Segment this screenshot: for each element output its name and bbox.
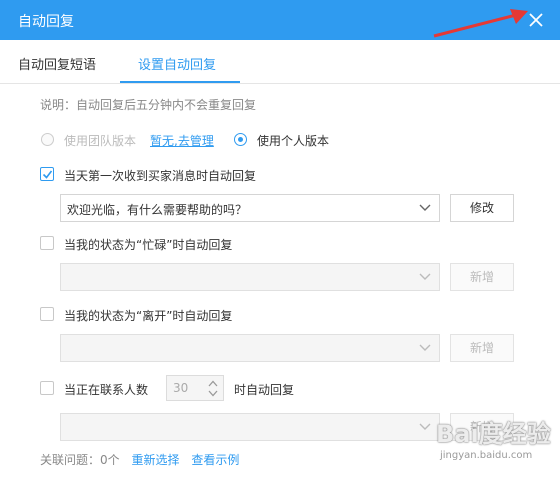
personal-version-label: 使用个人版本 (257, 134, 330, 148)
away-reply-select[interactable] (60, 334, 440, 362)
busy-reply-select[interactable] (60, 263, 440, 291)
contact-count-reply-select[interactable] (60, 413, 440, 441)
view-example-link[interactable]: 查看示例 (191, 453, 239, 467)
window-title: 自动回复 (18, 14, 74, 30)
contact-count-stepper[interactable]: 30 (166, 375, 224, 401)
active-tab-indicator (120, 81, 240, 83)
edit-button[interactable]: 修改 (450, 194, 514, 222)
close-button[interactable] (524, 8, 548, 32)
stepper-value: 30 (173, 381, 189, 395)
rule-contact-count-suffix: 时自动回复 (234, 383, 295, 397)
watermark-url: jingyan.baidu.com (440, 450, 533, 461)
rule-first-message-label: 当天第一次收到买家消息时自动回复 (64, 169, 257, 183)
tab-auto-reply-settings[interactable]: 设置自动回复 (138, 54, 216, 73)
first-message-reply-select[interactable]: 欢迎光临，有什么需要帮助的吗？ (60, 194, 440, 222)
chevron-down-icon (419, 344, 431, 351)
rule-away-label: 当我的状态为“离开”时自动回复 (64, 309, 233, 323)
team-version-label: 使用团队版本 (64, 134, 137, 148)
check-icon (42, 170, 53, 179)
radio-personal-version[interactable] (234, 133, 247, 146)
chevron-down-icon (419, 204, 431, 211)
tab-auto-reply-phrases[interactable]: 自动回复短语 (18, 54, 96, 73)
team-manage-link[interactable]: 暂无,去管理 (150, 132, 214, 149)
add-busy-button[interactable]: 新增 (450, 263, 514, 291)
select-value: 欢迎光临，有什么需要帮助的吗？ (67, 203, 248, 217)
tab-bar: 自动回复短语 设置自动回复 (0, 40, 560, 84)
checkbox-contact-count[interactable] (40, 381, 54, 395)
chevron-down-icon (419, 273, 431, 280)
rule-contact-count-prefix: 当正在联系人数 (64, 383, 149, 397)
footer-bar: 关联问题：0个 重新选择 查看示例 (40, 451, 239, 468)
radio-team-version[interactable] (41, 133, 54, 146)
chevron-down-icon (419, 423, 431, 430)
title-bar: 自动回复 (0, 0, 560, 40)
description-note: 说明：自动回复后五分钟内不会重复回复 (40, 98, 257, 112)
related-questions-count: 关联问题：0个 (40, 453, 120, 467)
checkbox-first-message[interactable] (40, 167, 54, 181)
chevron-down-icon[interactable] (208, 390, 218, 397)
checkbox-away[interactable] (40, 307, 54, 321)
close-icon (529, 13, 543, 27)
checkbox-busy[interactable] (40, 236, 54, 250)
add-contact-count-button[interactable]: 新增 (450, 413, 514, 441)
add-away-button[interactable]: 新增 (450, 334, 514, 362)
chevron-up-icon[interactable] (208, 380, 218, 387)
reselect-link[interactable]: 重新选择 (131, 453, 179, 467)
rule-busy-label: 当我的状态为“忙碌”时自动回复 (64, 238, 233, 252)
